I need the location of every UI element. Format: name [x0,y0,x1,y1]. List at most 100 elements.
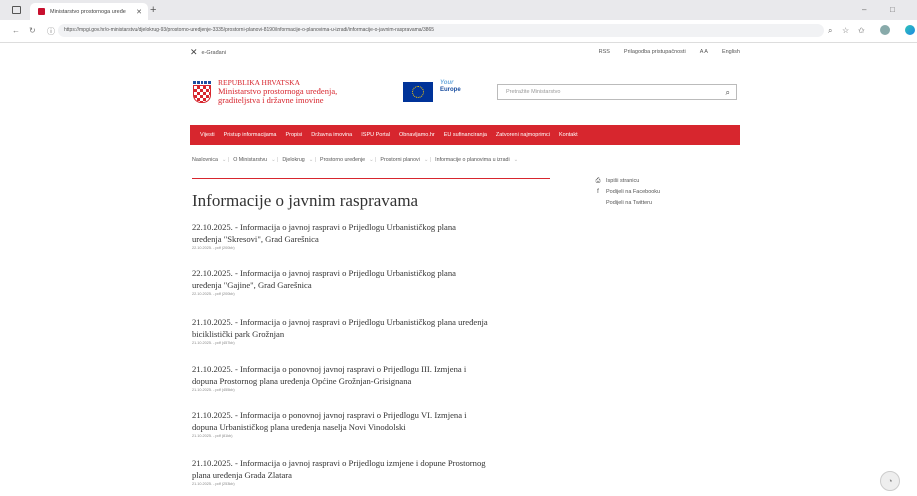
announcement-meta[interactable]: 22.10.2025. - pdf (200kb) [192,292,572,296]
maximize-icon[interactable]: □ [890,5,895,14]
print-icon: ⎙ [595,178,601,184]
tab-title: Ministarstvo prostornoga uređe [50,8,126,15]
favorite-icon[interactable]: ☆ [842,26,849,35]
your-europe-logo[interactable]: Your Europe [440,80,461,94]
egradjani-link[interactable]: ✕ e-Građani [190,47,226,58]
site-header: REPUBLIKA HRVATSKA Ministarstvo prostorn… [190,78,740,124]
announcement-meta[interactable]: 21.10.2025. - pdf (81kb) [192,434,572,438]
eu-flag-logo [403,82,433,102]
facebook-icon: f [597,189,599,195]
announcement-meta[interactable]: 22.10.2025. - pdf (200kb) [192,246,572,250]
announcement-link[interactable]: 21.10.2025. - Informacija o ponovnoj jav… [192,410,572,433]
announcement-link[interactable]: 21.10.2025. - Informacija o javnoj raspr… [192,458,572,481]
ministry-line-3: graditeljstva i državne imovine [218,95,324,105]
breadcrumb: Naslovnica ⌄ | O Ministarstvu ⌄ | Djelokrug ⌄… [192,157,740,167]
english-link[interactable]: English [722,49,740,55]
accessibility-link[interactable]: Prilagodba pristupačnosti [624,49,686,55]
profile-avatar[interactable] [880,25,890,35]
announcement-meta[interactable]: 21.10.2025. - pdf (455kb) [192,388,572,392]
breadcrumb-separator: ⌄ | [423,157,432,163]
page-title: Informacije o javnim raspravama [192,191,419,210]
nav-item[interactable]: Vijesti [200,132,215,138]
tab-actions-icon[interactable] [12,6,21,14]
nav-item[interactable]: EU sufinanciranja [444,132,487,138]
announcement-item: 22.10.2025. - Informacija o javnoj raspr… [192,268,572,296]
search-input[interactable]: Pretražite Ministarstvo ⌕ [497,84,737,100]
announcement-title-line-1: 21.10.2025. - Informacija o ponovnoj jav… [192,410,467,420]
browser-tab[interactable]: Ministarstvo prostornoga uređe ✕ [30,3,148,20]
announcement-link[interactable]: 22.10.2025. - Informacija o javnoj raspr… [192,222,572,245]
font-size-toggle[interactable]: A A [700,49,708,55]
announcement-item: 21.10.2025. - Informacija o ponovnoj jav… [192,364,572,392]
address-bar-row: ← ↻ ⓘ https://mpgi.gov.hr/o-ministarstvu… [0,20,917,43]
search-icon[interactable]: ⌕ [726,86,730,100]
twitter-share-link[interactable]: Podijeli na Twitteru [595,198,660,209]
nav-item[interactable]: Pristup informacijama [224,132,277,138]
breadcrumb-separator: ⌄ | [271,157,279,163]
nav-item[interactable]: ISPU Portal [361,132,390,138]
breadcrumb-separator: ⌄ | [308,157,317,163]
nav-item[interactable]: Državna imovina [311,132,352,138]
facebook-label: Podijeli na Facebooku [606,189,661,195]
egradjani-logo-icon: ✕ [190,47,198,57]
site-favicon-icon [38,8,45,15]
breadcrumb-item[interactable]: O Ministarstvu [233,157,267,167]
utility-bar: ✕ e-Građani RSS Prilagodba pristupačnost… [190,47,740,59]
tab-bar: Ministarstvo prostornoga uređe ✕ + – □ [0,0,917,20]
facebook-share-link[interactable]: f Podijeli na Facebooku [595,187,660,198]
breadcrumb-item[interactable]: Djelokrug [282,157,304,167]
minimize-icon[interactable]: – [862,5,866,14]
read-aloud-icon[interactable]: ⌕ [828,26,832,36]
announcement-title-line-1: 22.10.2025. - Informacija o javnoj raspr… [192,268,456,278]
new-tab-icon[interactable]: + [150,4,156,16]
breadcrumb-item[interactable]: Naslovnica [192,157,218,167]
announcement-title-line-2: plana uređenja Grada Zlatara [192,469,292,480]
breadcrumb-separator: ⌄ | [221,157,230,163]
breadcrumb-separator: ⌄ | [369,157,377,163]
back-icon[interactable]: ← [12,26,20,35]
announcement-item: 21.10.2025. - Informacija o javnoj raspr… [192,458,572,486]
refresh-icon[interactable]: ↻ [29,26,36,35]
nav-item[interactable]: Kontakt [559,132,578,138]
nav-item[interactable]: Zatvoreni najmoprimci [496,132,550,138]
info-icon[interactable]: ⓘ [47,26,55,37]
breadcrumb-item[interactable]: Prostorni planovi [380,157,419,167]
copilot-icon[interactable] [905,25,915,35]
breadcrumb-item[interactable]: Informacije o planovima u izradi [435,157,510,167]
announcement-item: 21.10.2025. - Informacija o ponovnoj jav… [192,410,572,438]
ministry-name[interactable]: REPUBLIKA HRVATSKA Ministarstvo prostorn… [218,78,337,105]
share-panel: ⎙ Ispiši stranicu f Podijeli na Facebooku … [595,176,661,209]
announcement-meta[interactable]: 21.10.2025. - pdf (457kb) [192,341,572,345]
coat-of-arms-logo[interactable] [193,81,211,105]
announcement-item: 22.10.2025. - Informacija o javnoj raspr… [192,222,572,250]
assistant-icon[interactable]: ◔ [880,471,900,491]
rss-link[interactable]: RSS [599,49,610,55]
announcement-link[interactable]: 21.10.2025. - Informacija o javnoj raspr… [192,317,572,340]
announcement-title-line-1: 21.10.2025. - Informacija o ponovnoj jav… [192,364,467,374]
announcement-link[interactable]: 22.10.2025. - Informacija o javnoj raspr… [192,268,572,291]
announcement-title-line-1: 21.10.2025. - Informacija o javnoj raspr… [192,458,486,468]
title-divider [192,178,550,179]
announcement-item: 21.10.2025. - Informacija o javnoj raspr… [192,317,572,345]
announcement-title-line-2: biciklistički park Grožnjan [192,328,285,339]
announcement-title-line-1: 21.10.2025. - Informacija o javnoj raspr… [192,317,488,327]
announcement-meta[interactable]: 21.10.2025. - pdf (253kb) [192,482,572,486]
announcement-title-line-2: dopuna Urbanističkog plana uređenja nase… [192,421,406,432]
your-europe-line-2: Europe [440,87,461,93]
twitter-label: Podijeli na Twitteru [606,200,653,206]
announcement-title-line-2: uređenja "Skresovi", Grad Garešnica [192,233,319,244]
announcement-link[interactable]: 21.10.2025. - Informacija o ponovnoj jav… [192,364,572,387]
breadcrumb-item[interactable]: Prostorno uređenje [320,157,365,167]
print-label: Ispiši stranicu [606,178,640,184]
nav-item[interactable]: Propisi [285,132,302,138]
print-link[interactable]: ⎙ Ispiši stranicu [595,176,660,187]
announcement-title-line-2: uređenja "Gajine", Grad Garešnica [192,279,312,290]
egradjani-label: e-Građani [201,49,227,56]
close-tab-icon[interactable]: ✕ [136,8,142,16]
main-navigation: Vijesti Pristup informacijama Propisi Držav… [190,125,740,145]
your-europe-line-1: Your [440,80,454,86]
url-field[interactable]: https://mpgi.gov.hr/o-ministarstvu/djelo… [58,24,824,37]
favorites-icon[interactable]: ✩ [858,26,865,35]
announcement-title-line-1: 22.10.2025. - Informacija o javnoj raspr… [192,222,456,232]
nav-item[interactable]: Obnavljamo.hr [399,132,435,138]
